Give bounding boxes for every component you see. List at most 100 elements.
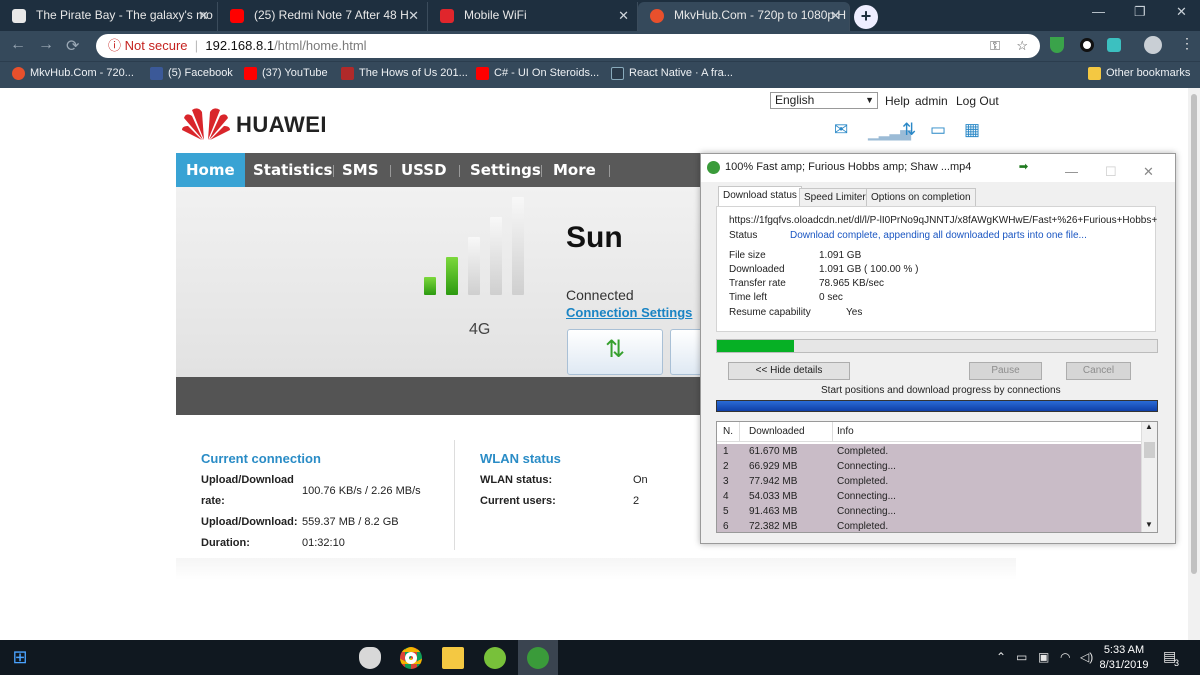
tab-mkvhub[interactable]: MkvHub.Com - 720p to 1080p H ✕ (638, 2, 850, 31)
page-scrollbar[interactable] (1188, 88, 1200, 640)
cell-downloaded: 91.463 MB (749, 506, 798, 517)
tab-options-on-completion[interactable]: Options on completion (866, 188, 976, 207)
cell-downloaded: 66.929 MB (749, 461, 798, 472)
close-icon[interactable]: ✕ (408, 2, 419, 29)
wifi-icon[interactable]: ◠ (1060, 650, 1070, 664)
signal-bar-filled (424, 277, 436, 295)
taskbar-chrome[interactable] (391, 640, 431, 675)
menu-kebab-icon[interactable]: ⋮ (1180, 35, 1194, 52)
close-icon[interactable]: ✕ (830, 2, 841, 29)
battery-icon[interactable]: ▭ (1016, 650, 1027, 664)
operator-name: Sun (566, 221, 623, 254)
tab-speed-limiter[interactable]: Speed Limiter (799, 188, 871, 207)
bookmark-item[interactable]: (5) Facebook (150, 67, 233, 80)
back-icon[interactable]: ← (10, 36, 26, 54)
data-toggle-button[interactable]: ⇅ (567, 329, 663, 375)
status-value: Download complete, appending all downloa… (790, 230, 1087, 241)
not-secure-label[interactable]: Not secure (125, 38, 188, 53)
tab-pirate-bay[interactable]: The Pirate Bay - The galaxy's mo ✕ (0, 2, 218, 31)
nav-home[interactable]: Home (176, 153, 245, 187)
nav-ussd[interactable]: USSD (401, 153, 447, 187)
table-row[interactable]: 4 54.033 MB Connecting... (717, 489, 1141, 504)
nav-settings[interactable]: Settings (470, 153, 541, 187)
network-type: 4G (469, 321, 491, 338)
nav-statistics[interactable]: Statistics (253, 153, 332, 187)
time-left-value: 0 sec (819, 292, 843, 303)
scroll-up-icon[interactable]: ▲ (1145, 422, 1153, 431)
downloaded-value: 1.091 GB ( 100.00 % ) (819, 264, 919, 275)
chevron-up-icon[interactable]: ⌃ (996, 650, 1006, 664)
current-connection-title: Current connection (201, 451, 321, 466)
profile-avatar-icon[interactable] (1144, 36, 1162, 54)
network-icon[interactable]: ▣ (1038, 650, 1049, 664)
mkvhub-icon (650, 9, 664, 23)
tab-mobile-wifi[interactable]: Mobile WiFi ✕ (428, 2, 638, 31)
table-row[interactable]: 5 91.463 MB Connecting... (717, 504, 1141, 519)
volume-icon[interactable]: ◁) (1080, 650, 1093, 664)
logout-link[interactable]: Log Out (956, 94, 999, 108)
column-header[interactable]: N. (723, 422, 733, 442)
wlan-status-value: On (633, 474, 648, 486)
not-secure-warning-icon[interactable]: ⓘ (108, 38, 121, 53)
new-tab-button[interactable]: + (854, 5, 878, 29)
table-row[interactable]: 2 66.929 MB Connecting... (717, 459, 1141, 474)
mail-icon[interactable]: ✉ (834, 120, 848, 140)
other-bookmarks[interactable]: Other bookmarks (1088, 67, 1190, 80)
close-icon[interactable]: ✕ (618, 2, 629, 29)
hide-details-button[interactable]: << Hide details (728, 362, 850, 380)
bookmark-item[interactable]: (37) YouTube (244, 67, 328, 80)
extension-icon[interactable] (1107, 38, 1121, 52)
minimize-icon[interactable]: — (1092, 4, 1105, 19)
column-header[interactable]: Info (837, 422, 854, 442)
notification-count: 3 (1174, 658, 1180, 668)
dialog-title-bar[interactable]: 100% Fast amp; Furious Hobbs amp; Shaw .… (701, 154, 1175, 182)
facebook-icon (150, 67, 163, 80)
signal-bar-filled (446, 257, 458, 295)
close-icon[interactable]: ✕ (198, 2, 209, 29)
taskbar-utorrent[interactable] (475, 640, 515, 675)
close-window-icon[interactable]: ✕ (1176, 4, 1187, 20)
minimize-icon[interactable]: — (1065, 159, 1078, 185)
scroll-down-icon[interactable]: ▼ (1145, 520, 1153, 529)
key-icon[interactable]: ⚿ (990, 34, 1000, 58)
bookmark-star-icon[interactable]: ☆ (1016, 34, 1028, 58)
tab-redmi[interactable]: (25) Redmi Note 7 After 48 H ✕ (218, 2, 428, 31)
taskbar-file-explorer[interactable] (433, 640, 473, 675)
bookmark-item[interactable]: The Hows of Us 201... (341, 67, 468, 80)
windows-start-icon[interactable]: ⊞ (0, 640, 40, 675)
bookmark-item[interactable]: MkvHub.Com - 720... (12, 67, 134, 80)
up-down-arrows-icon: ⇅ (604, 336, 626, 363)
cell-downloaded: 61.670 MB (749, 446, 798, 457)
forward-icon[interactable]: → (38, 36, 54, 54)
extension-icon[interactable] (1080, 38, 1094, 52)
connections-table[interactable]: N. Downloaded Info 1 61.670 MB Completed. 2… (716, 421, 1158, 533)
connection-settings-link[interactable]: Connection Settings (566, 305, 692, 320)
language-select[interactable]: English ▼ (770, 92, 878, 109)
maximize-icon[interactable]: ❐ (1134, 4, 1146, 20)
help-link[interactable]: Help (885, 94, 910, 108)
table-row[interactable]: 1 61.670 MB Completed. (717, 444, 1141, 459)
system-clock[interactable]: 5:33 AM 8/31/2019 (1098, 643, 1150, 673)
address-bar[interactable]: ⓘ Not secure | 192.168.8.1/html/home.htm… (96, 34, 1040, 58)
pirate-bay-icon (12, 9, 26, 23)
shield-extension-icon[interactable] (1050, 37, 1064, 53)
pause-button: Pause (969, 362, 1042, 380)
close-icon[interactable]: ✕ (1143, 159, 1154, 185)
bookmark-item[interactable]: React Native · A fra... (611, 67, 733, 80)
browser-tab-bar: The Pirate Bay - The galaxy's mo ✕ (25) … (0, 0, 1200, 31)
nav-more[interactable]: More (553, 153, 596, 187)
nav-sms[interactable]: SMS (342, 153, 379, 187)
reload-icon[interactable]: ⟳ (66, 36, 79, 56)
table-scrollbar[interactable]: ▲ ▼ (1141, 422, 1157, 532)
download-url: https://1fgqfvs.oloadcdn.net/dl/l/P-lI0P… (729, 215, 1158, 226)
taskbar-app[interactable] (350, 640, 390, 675)
table-row[interactable]: 6 72.382 MB Completed. (717, 519, 1141, 532)
column-header[interactable]: Downloaded (749, 422, 805, 442)
cell-info: Completed. (837, 521, 889, 532)
taskbar-idm[interactable] (518, 640, 558, 675)
bookmark-item[interactable]: C# - UI On Steroids... (476, 67, 599, 80)
tab-download-status[interactable]: Download status (718, 186, 802, 207)
transfer-rate-value: 78.965 KB/sec (819, 278, 885, 289)
volume-value: 559.37 MB / 8.2 GB (302, 516, 399, 528)
table-row[interactable]: 3 77.942 MB Completed. (717, 474, 1141, 489)
